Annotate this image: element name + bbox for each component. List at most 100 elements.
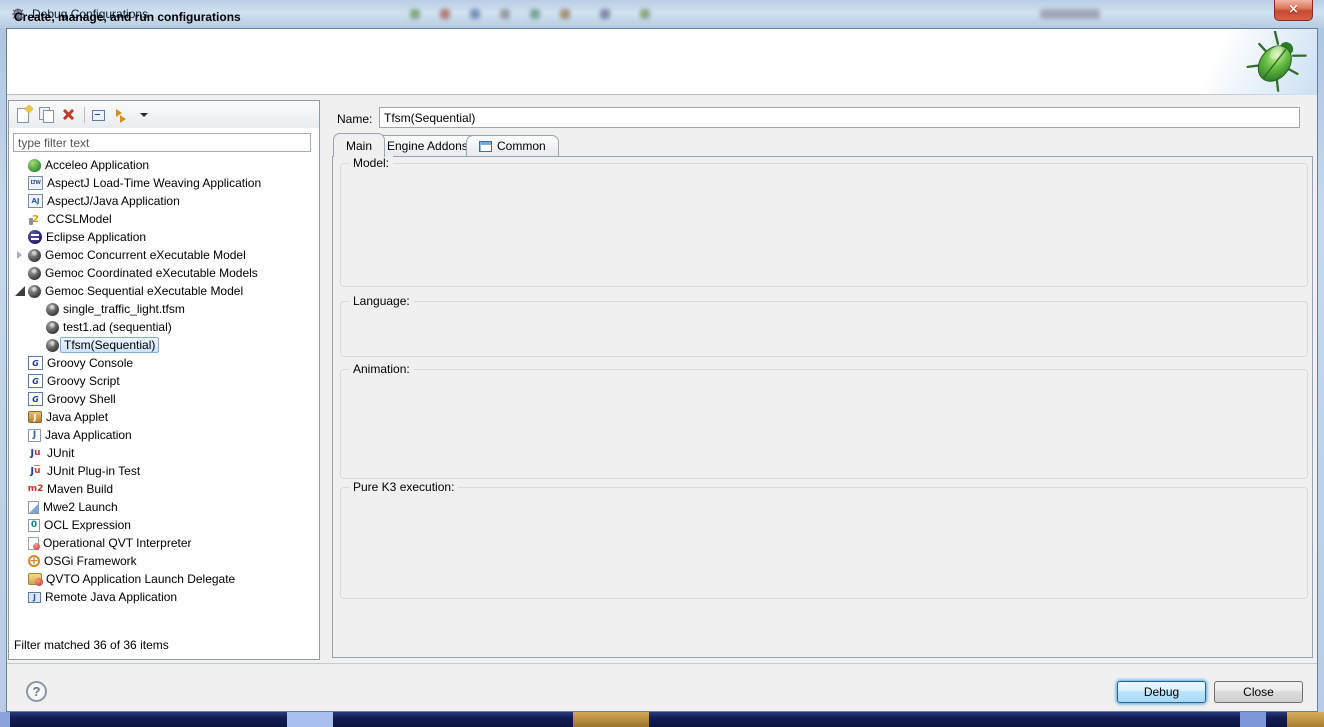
toolbar-menu-dropdown-icon[interactable]	[137, 107, 154, 123]
expander-spacer	[14, 411, 26, 423]
junit-icon	[28, 446, 43, 460]
expander-spacer	[14, 465, 26, 477]
dialog-header	[7, 29, 1317, 95]
tree-item[interactable]: CCSLModel	[10, 210, 316, 228]
expander-spacer	[14, 501, 26, 513]
delete-config-icon[interactable]	[61, 107, 78, 123]
tree-item-label: JUnit	[44, 445, 77, 461]
tree-item-label: CCSLModel	[44, 211, 115, 227]
filter-launch-icon[interactable]	[114, 107, 131, 123]
tree-item[interactable]: Operational QVT Interpreter	[10, 534, 316, 552]
tree-item[interactable]: Remote Java Application	[10, 588, 316, 606]
tree-item-label: Mwe2 Launch	[40, 499, 121, 515]
gemoc-icon	[46, 321, 59, 334]
help-button[interactable]: ?	[26, 681, 47, 702]
name-input[interactable]	[379, 107, 1300, 128]
expander-spacer	[14, 483, 26, 495]
tab-main[interactable]: Main	[333, 133, 385, 157]
name-label: Name:	[337, 112, 372, 126]
background-blur	[400, 6, 1100, 24]
desktop-taskbar-strip	[0, 712, 1324, 727]
gemoc-icon	[28, 267, 41, 280]
expander-spacer	[14, 231, 26, 243]
model-group-title: Model:	[349, 156, 393, 170]
tree-item-label: Gemoc Coordinated eXecutable Models	[42, 265, 261, 281]
duplicate-config-icon[interactable]	[38, 107, 55, 123]
tree-item[interactable]: Mwe2 Launch	[10, 498, 316, 516]
gemoc-icon	[46, 303, 59, 316]
tree-item[interactable]: Java Application	[10, 426, 316, 444]
tree-item[interactable]: OSGi Framework	[10, 552, 316, 570]
groovy-icon	[28, 374, 43, 388]
tree-item[interactable]: test1.ad (sequential)	[10, 318, 316, 336]
dialog-header-title: Create, manage, and run configurations	[14, 10, 241, 24]
aspectj-java-icon	[28, 194, 43, 208]
tree-item[interactable]: AspectJ Load-Time Weaving Application	[10, 174, 316, 192]
model-group: Model:	[340, 163, 1308, 287]
close-button[interactable]: Close	[1214, 681, 1303, 703]
taskbar-segment	[287, 712, 333, 727]
tree-item-label: QVTO Application Launch Delegate	[43, 571, 238, 587]
tree-item-label: Java Application	[42, 427, 135, 443]
groovy-icon	[28, 356, 43, 370]
expander-collapsed-icon[interactable]	[14, 249, 26, 261]
tree-item[interactable]: Gemoc Coordinated eXecutable Models	[10, 264, 316, 282]
tree-item-label: Operational QVT Interpreter	[40, 535, 195, 551]
tree-item[interactable]: AspectJ/Java Application	[10, 192, 316, 210]
collapse-all-icon[interactable]	[91, 107, 108, 123]
tree-item[interactable]: single_traffic_light.tfsm	[10, 300, 316, 318]
tree-item-label: AspectJ/Java Application	[44, 193, 183, 209]
tree-item[interactable]: QVTO Application Launch Delegate	[10, 570, 316, 588]
expander-spacer	[14, 573, 26, 585]
maven-icon	[28, 482, 43, 496]
ccsl-icon	[28, 212, 43, 226]
tree-item[interactable]: Maven Build	[10, 480, 316, 498]
expander-spacer	[32, 339, 44, 351]
filter-input[interactable]	[13, 133, 311, 152]
tree-item[interactable]: Groovy Shell	[10, 390, 316, 408]
config-tree: Acceleo ApplicationAspectJ Load-Time Wea…	[10, 156, 316, 628]
expander-spacer	[14, 177, 26, 189]
ocl-icon	[28, 519, 40, 532]
tree-item-label: Acceleo Application	[42, 157, 152, 173]
language-group: Language:	[340, 301, 1308, 357]
taskbar-segment	[1240, 712, 1266, 727]
sidebar-toolbar	[9, 101, 319, 128]
tree-item-label: Eclipse Application	[43, 229, 149, 245]
acceleo-icon	[28, 159, 41, 172]
tree-item[interactable]: Gemoc Concurrent eXecutable Model	[10, 246, 316, 264]
tree-item-label: test1.ad (sequential)	[60, 319, 175, 335]
k3-group-title: Pure K3 execution:	[349, 480, 458, 494]
expander-spacer	[32, 303, 44, 315]
gemoc-icon	[28, 285, 41, 298]
expander-expanded-icon[interactable]	[14, 285, 26, 297]
tree-item[interactable]: Tfsm(Sequential)	[10, 336, 316, 354]
expander-spacer	[14, 195, 26, 207]
tree-item[interactable]: JUnit Plug-in Test	[10, 462, 316, 480]
expander-spacer	[14, 447, 26, 459]
tree-item[interactable]: OCL Expression	[10, 516, 316, 534]
debug-button[interactable]: Debug	[1117, 681, 1206, 703]
tab-engine-addons-label: Engine Addons	[387, 139, 468, 153]
mwe2-icon	[28, 501, 39, 514]
close-window-button[interactable]: ×	[1274, 0, 1313, 21]
tree-item-label: Groovy Script	[44, 373, 123, 389]
tree-item[interactable]: Groovy Console	[10, 354, 316, 372]
tab-engine-addons[interactable]: Engine Addons	[374, 135, 481, 156]
tree-item[interactable]: Java Applet	[10, 408, 316, 426]
tree-item[interactable]: Acceleo Application	[10, 156, 316, 174]
tree-item[interactable]: Groovy Script	[10, 372, 316, 390]
tree-item-label: Remote Java Application	[42, 589, 180, 605]
qvt-icon	[28, 537, 39, 550]
new-config-icon[interactable]	[15, 107, 32, 123]
gemoc-icon	[28, 249, 41, 262]
table-icon	[479, 141, 492, 152]
tab-common[interactable]: Common	[466, 135, 559, 156]
language-group-title: Language:	[349, 294, 414, 308]
tree-item[interactable]: Eclipse Application	[10, 228, 316, 246]
tree-item[interactable]: Gemoc Sequential eXecutable Model	[10, 282, 316, 300]
tree-item-label: JUnit Plug-in Test	[44, 463, 143, 479]
footer-separator	[7, 663, 1317, 664]
animation-group: Animation:	[340, 369, 1308, 479]
tree-item[interactable]: JUnit	[10, 444, 316, 462]
